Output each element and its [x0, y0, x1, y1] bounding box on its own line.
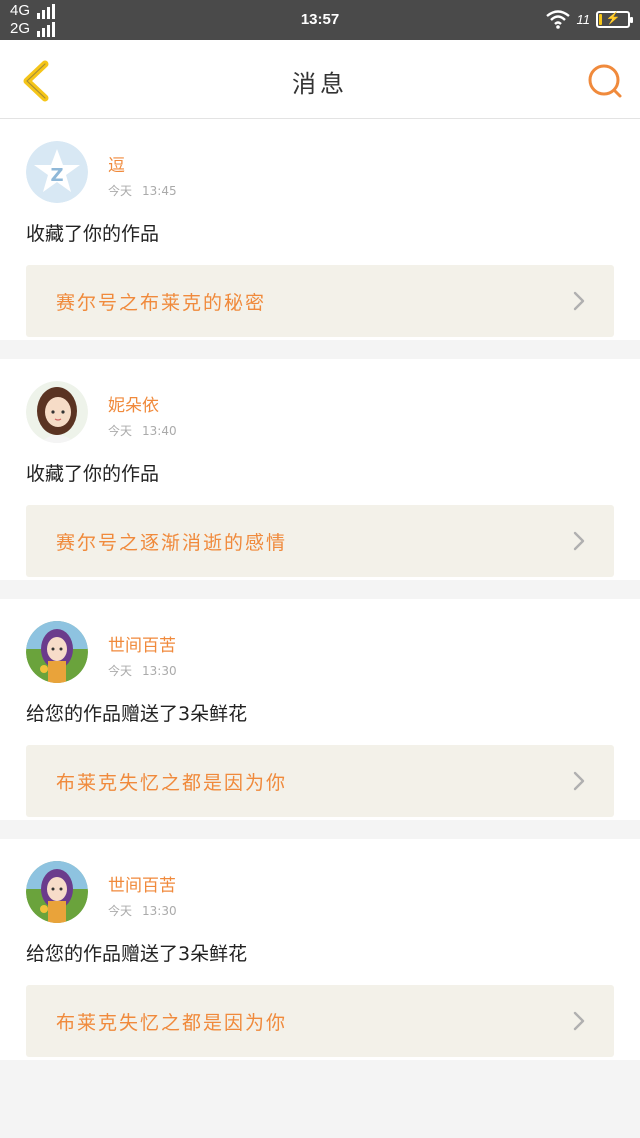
work-title: 布莱克失忆之都是因为你 — [56, 1011, 288, 1034]
battery-percent: 11 — [576, 11, 591, 27]
search-icon[interactable] — [586, 62, 624, 100]
avatar[interactable] — [26, 861, 88, 923]
chevron-right-icon — [573, 291, 585, 311]
work-title: 布莱克失忆之都是因为你 — [56, 771, 288, 794]
message-action: 给您的作品赠送了3朵鲜花 — [26, 703, 248, 725]
status-bar: 4G 2G 13:57 11 ⚡ — [0, 0, 640, 40]
app-header: 消息 — [0, 40, 640, 119]
message-card-2: 妮朵依 今天 13:40 收藏了你的作品 赛尔号之逐渐消逝的感情 — [0, 359, 640, 580]
user-name[interactable]: 世间百苦 — [108, 631, 187, 656]
message-action: 给您的作品赠送了3朵鲜花 — [26, 943, 248, 965]
message-card-1: Z 逗 今天 13:45 收藏了你的作品 赛尔号之布莱克的秘密 — [0, 119, 640, 340]
message-time: 今天 13:30 — [108, 904, 177, 918]
chevron-right-icon — [573, 531, 585, 551]
work-link[interactable]: 赛尔号之逐渐消逝的感情 — [26, 505, 614, 577]
message-action: 收藏了你的作品 — [26, 223, 160, 245]
message-list: Z 逗 今天 13:45 收藏了你的作品 赛尔号之布莱克的秘密 妮朵依 今天 13:… — [0, 119, 640, 1060]
message-action: 收藏了你的作品 — [26, 463, 160, 485]
avatar[interactable] — [26, 381, 88, 443]
avatar[interactable] — [26, 621, 88, 683]
work-title: 赛尔号之布莱克的秘密 — [56, 291, 267, 314]
svg-text:Z: Z — [50, 165, 63, 186]
work-link[interactable]: 布莱克失忆之都是因为你 — [26, 745, 614, 817]
message-card-3: 世间百苦 今天 13:30 给您的作品赠送了3朵鲜花 布莱克失忆之都是因为你 — [0, 599, 640, 820]
work-link[interactable]: 赛尔号之布莱克的秘密 — [26, 265, 614, 337]
work-link[interactable]: 布莱克失忆之都是因为你 — [26, 985, 614, 1057]
work-title: 赛尔号之逐渐消逝的感情 — [56, 531, 288, 554]
user-name[interactable]: 逗 — [108, 151, 187, 176]
chevron-right-icon — [573, 1011, 585, 1031]
message-time: 今天 13:30 — [108, 664, 177, 678]
wifi-icon — [545, 10, 570, 29]
message-time: 今天 13:45 — [108, 184, 177, 198]
user-name[interactable]: 世间百苦 — [108, 871, 187, 896]
battery-icon: ⚡ — [596, 10, 633, 28]
chevron-right-icon — [573, 771, 585, 791]
user-name[interactable]: 妮朵依 — [108, 391, 187, 416]
message-card-4: 世间百苦 今天 13:30 给您的作品赠送了3朵鲜花 布莱克失忆之都是因为你 — [0, 839, 640, 1060]
message-time: 今天 13:40 — [108, 424, 177, 438]
avatar[interactable]: Z — [26, 141, 88, 203]
page-title: 消息 — [292, 70, 348, 98]
